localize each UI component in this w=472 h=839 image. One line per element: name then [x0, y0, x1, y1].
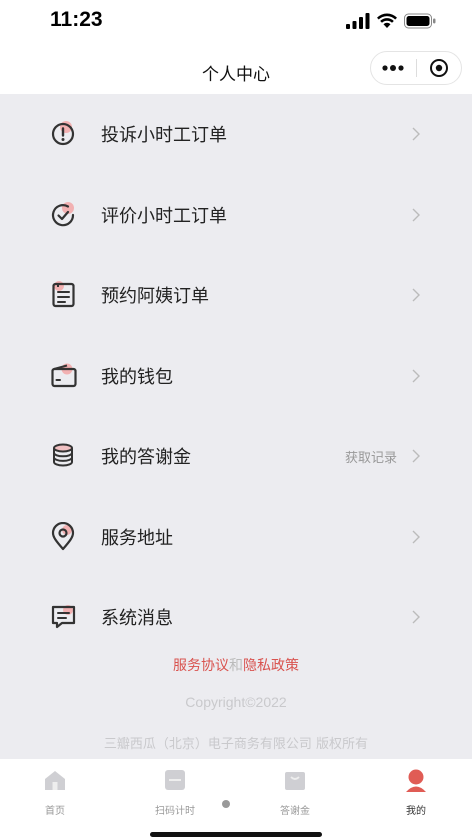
tab-mine[interactable]: 我的: [376, 767, 456, 817]
tab-label: 扫码计时: [155, 806, 195, 817]
tab-home[interactable]: 首页: [15, 767, 95, 817]
coin-stack-icon: [53, 443, 73, 467]
tab-label: 我的: [406, 806, 426, 817]
tab-label: 答谢金: [280, 806, 310, 817]
status-time: 11:23: [50, 8, 103, 31]
nav-bar: 个人中心: [0, 44, 472, 94]
menu-item-reward[interactable]: 我的答谢金 获取记录: [0, 416, 472, 497]
menu-item-wallet[interactable]: 我的钱包: [0, 336, 472, 417]
service-agreement-link[interactable]: 服务协议: [173, 658, 229, 674]
tab-scan-timer[interactable]: 扫码计时: [135, 767, 215, 817]
menu-label: 预约阿姨订单: [101, 286, 209, 308]
review-check-icon: [51, 201, 75, 227]
more-button[interactable]: [371, 52, 416, 84]
tab-reward[interactable]: 答谢金: [255, 767, 335, 817]
menu-list: 投诉小时工订单 评价小时工订单 预约阿姨订单 我的钱包 我的答谢金 获取记录 服…: [0, 94, 472, 658]
reward-record-link[interactable]: 获取记录: [345, 447, 397, 466]
user-icon: [406, 769, 426, 792]
battery-icon: [404, 13, 436, 29]
chevron-right-icon: [412, 288, 420, 302]
menu-label: 系统消息: [101, 608, 173, 630]
status-icons: [346, 11, 436, 31]
menu-item-messages[interactable]: 系统消息: [0, 577, 472, 658]
menu-label: 投诉小时工订单: [101, 125, 227, 147]
chevron-right-icon: [412, 530, 420, 544]
home-icon: [45, 771, 65, 790]
company-text: 三瓣西瓜（北京）电子商务有限公司 版权所有: [103, 737, 369, 752]
wallet-icon: [51, 363, 77, 387]
menu-label: 我的钱包: [101, 366, 173, 388]
copyright-text: Copyright©2022: [185, 694, 287, 710]
mini-program-capsule: [370, 51, 462, 85]
status-bar: 11:23: [0, 0, 472, 44]
page-indicator-dot: [222, 800, 230, 808]
wifi-icon: [377, 13, 397, 28]
chevron-right-icon: [412, 208, 420, 222]
menu-item-address[interactable]: 服务地址: [0, 497, 472, 578]
privacy-policy-link[interactable]: 隐私政策: [243, 658, 299, 674]
menu-label: 服务地址: [101, 527, 173, 549]
tab-bar: 首页 扫码计时 答谢金 我的: [0, 759, 472, 839]
location-pin-icon: [51, 521, 75, 550]
order-list-icon: [52, 281, 75, 308]
more-dots-icon: [382, 65, 404, 71]
message-icon: [51, 605, 76, 629]
menu-label: 我的答谢金: [101, 447, 191, 469]
link-separator: 和: [229, 658, 243, 674]
close-button[interactable]: [417, 52, 462, 84]
chevron-right-icon: [412, 610, 420, 624]
menu-label: 评价小时工订单: [101, 205, 227, 227]
menu-item-complaint[interactable]: 投诉小时工订单: [0, 94, 472, 175]
gift-icon: [285, 772, 305, 790]
chevron-right-icon: [412, 127, 420, 141]
policy-links: 服务协议和隐私政策: [0, 655, 472, 675]
signal-icon: [346, 13, 370, 29]
menu-item-booking[interactable]: 预约阿姨订单: [0, 255, 472, 336]
menu-item-review[interactable]: 评价小时工订单: [0, 175, 472, 256]
chevron-right-icon: [412, 449, 420, 463]
target-close-icon: [429, 59, 448, 77]
tab-label: 首页: [45, 806, 65, 817]
home-indicator: [150, 832, 322, 837]
scan-icon: [165, 770, 185, 790]
chevron-right-icon: [412, 369, 420, 383]
warning-icon: [51, 121, 75, 146]
